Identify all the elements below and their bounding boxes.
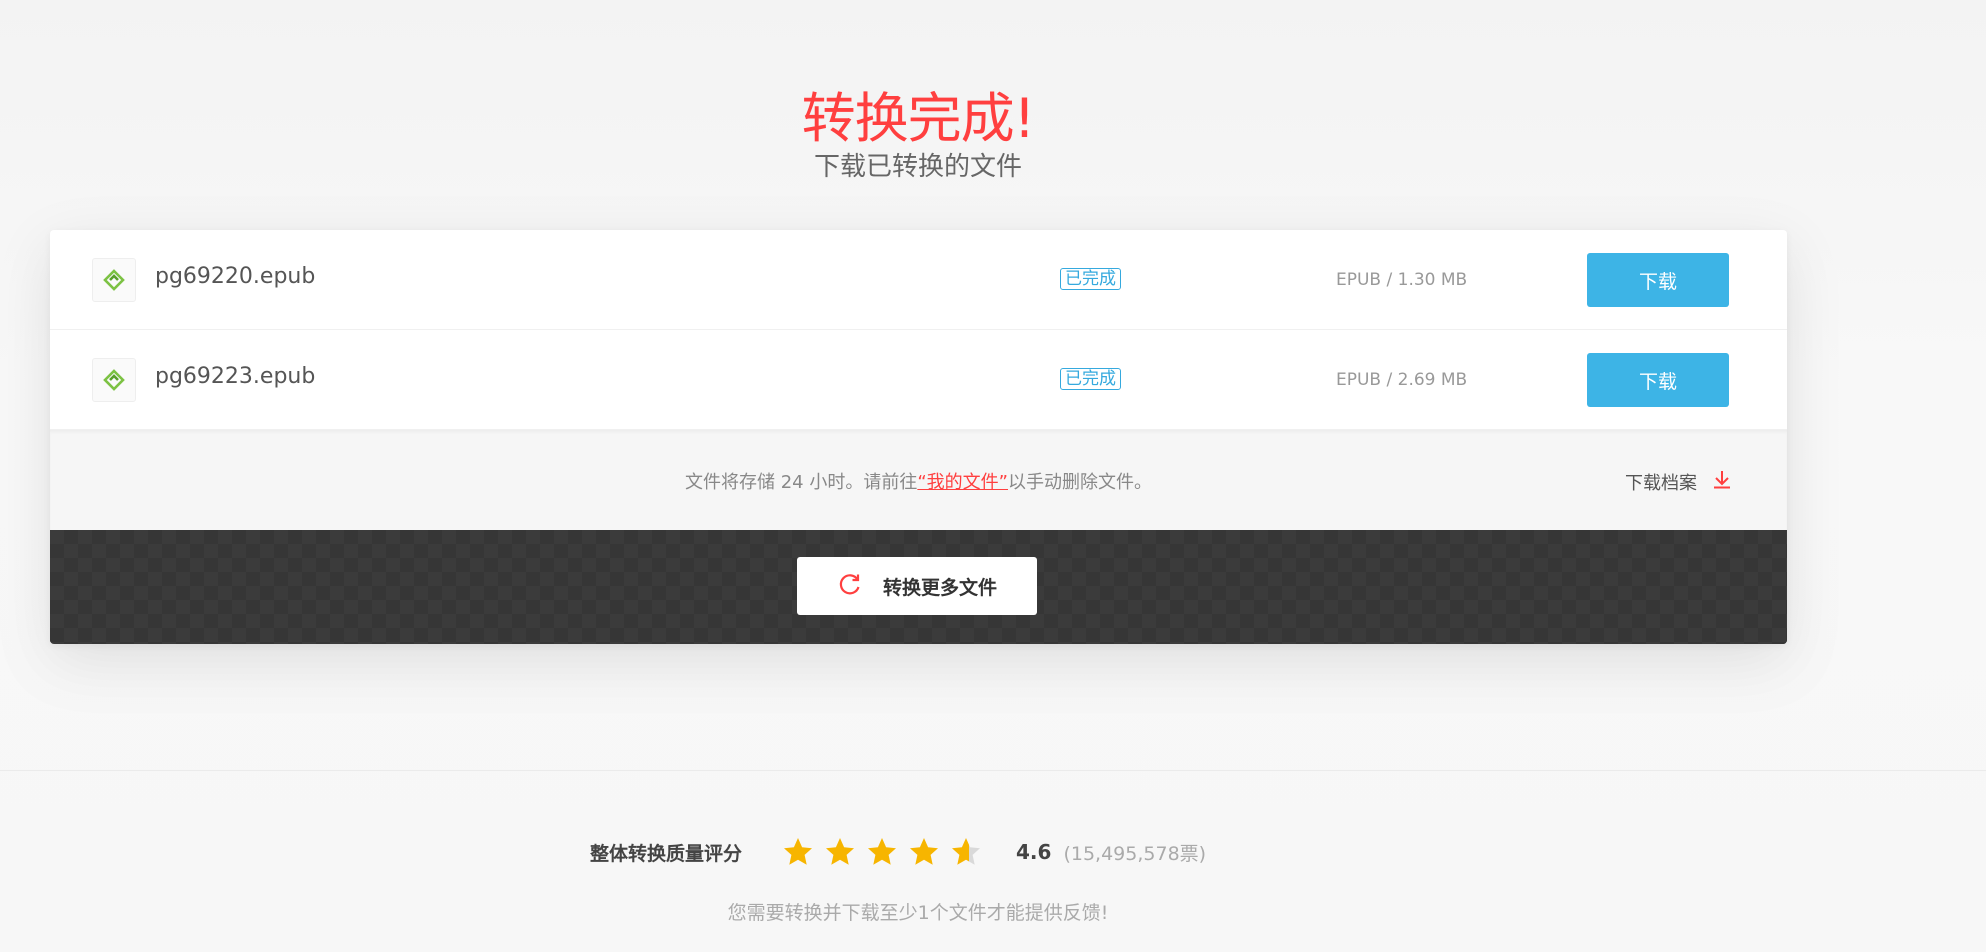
epub-icon (92, 358, 136, 402)
status-badge: 已完成 (1060, 268, 1121, 290)
convert-more-label: 转换更多文件 (882, 576, 997, 599)
page-title: 转换完成! (801, 87, 1036, 150)
rating-votes: (15,495,578票) (1063, 842, 1207, 865)
star-icon[interactable] (866, 836, 898, 868)
feedback-note: 您需要转换并下载至少1个文件才能提供反馈! (727, 902, 1109, 924)
storage-notice-text-end: 以手动删除文件。 (1008, 472, 1152, 493)
download-archive-label: 下载档案 (1625, 472, 1697, 494)
file-format-size: EPUB / 1.30 MB (1336, 270, 1468, 290)
download-archive-link[interactable]: 下载档案 (1625, 468, 1733, 495)
file-name: pg69220.epub (155, 264, 316, 289)
my-files-link[interactable]: “我的文件” (917, 472, 1008, 493)
conversion-result-page: 转换完成! 下载已转换的文件 pg69220.epub 已完成 EPUB / 1… (0, 0, 1986, 952)
storage-notice-text: 文件将存储 24 小时。请前往 (684, 472, 918, 493)
file-name: pg69223.epub (155, 364, 316, 389)
convert-more-bar: 转换更多文件 (50, 530, 1787, 644)
file-format-size: EPUB / 2.69 MB (1336, 370, 1468, 390)
section-divider (0, 770, 1986, 771)
download-button[interactable]: 下载 (1587, 353, 1729, 407)
epub-icon (92, 258, 136, 302)
page-subtitle: 下载已转换的文件 (813, 152, 1022, 182)
status-badge: 已完成 (1060, 368, 1121, 390)
file-row: pg69220.epub 已完成 EPUB / 1.30 MB 下载 (50, 230, 1787, 330)
download-arrow-icon (1711, 468, 1733, 495)
star-icon[interactable] (908, 836, 940, 868)
rating-score: 4.6 (1016, 840, 1052, 864)
storage-info-bar: 文件将存储 24 小时。请前往“我的文件”以手动删除文件。 下载档案 (50, 430, 1787, 530)
star-icon[interactable] (950, 836, 982, 868)
quality-rating: 整体转换质量评分 4.6 (15,495,578票) (590, 832, 1206, 872)
rating-label: 整体转换质量评分 (590, 842, 743, 865)
storage-notice: 文件将存储 24 小时。请前往“我的文件”以手动删除文件。 (50, 468, 1787, 494)
download-button[interactable]: 下载 (1587, 253, 1729, 307)
refresh-icon (837, 571, 863, 602)
star-icon[interactable] (824, 836, 856, 868)
star-icon[interactable] (782, 836, 814, 868)
convert-more-button[interactable]: 转换更多文件 (797, 557, 1037, 615)
file-row: pg69223.epub 已完成 EPUB / 2.69 MB 下载 (50, 330, 1787, 430)
results-card: pg69220.epub 已完成 EPUB / 1.30 MB 下载 pg692… (50, 230, 1787, 644)
rating-stars[interactable] (782, 836, 982, 868)
